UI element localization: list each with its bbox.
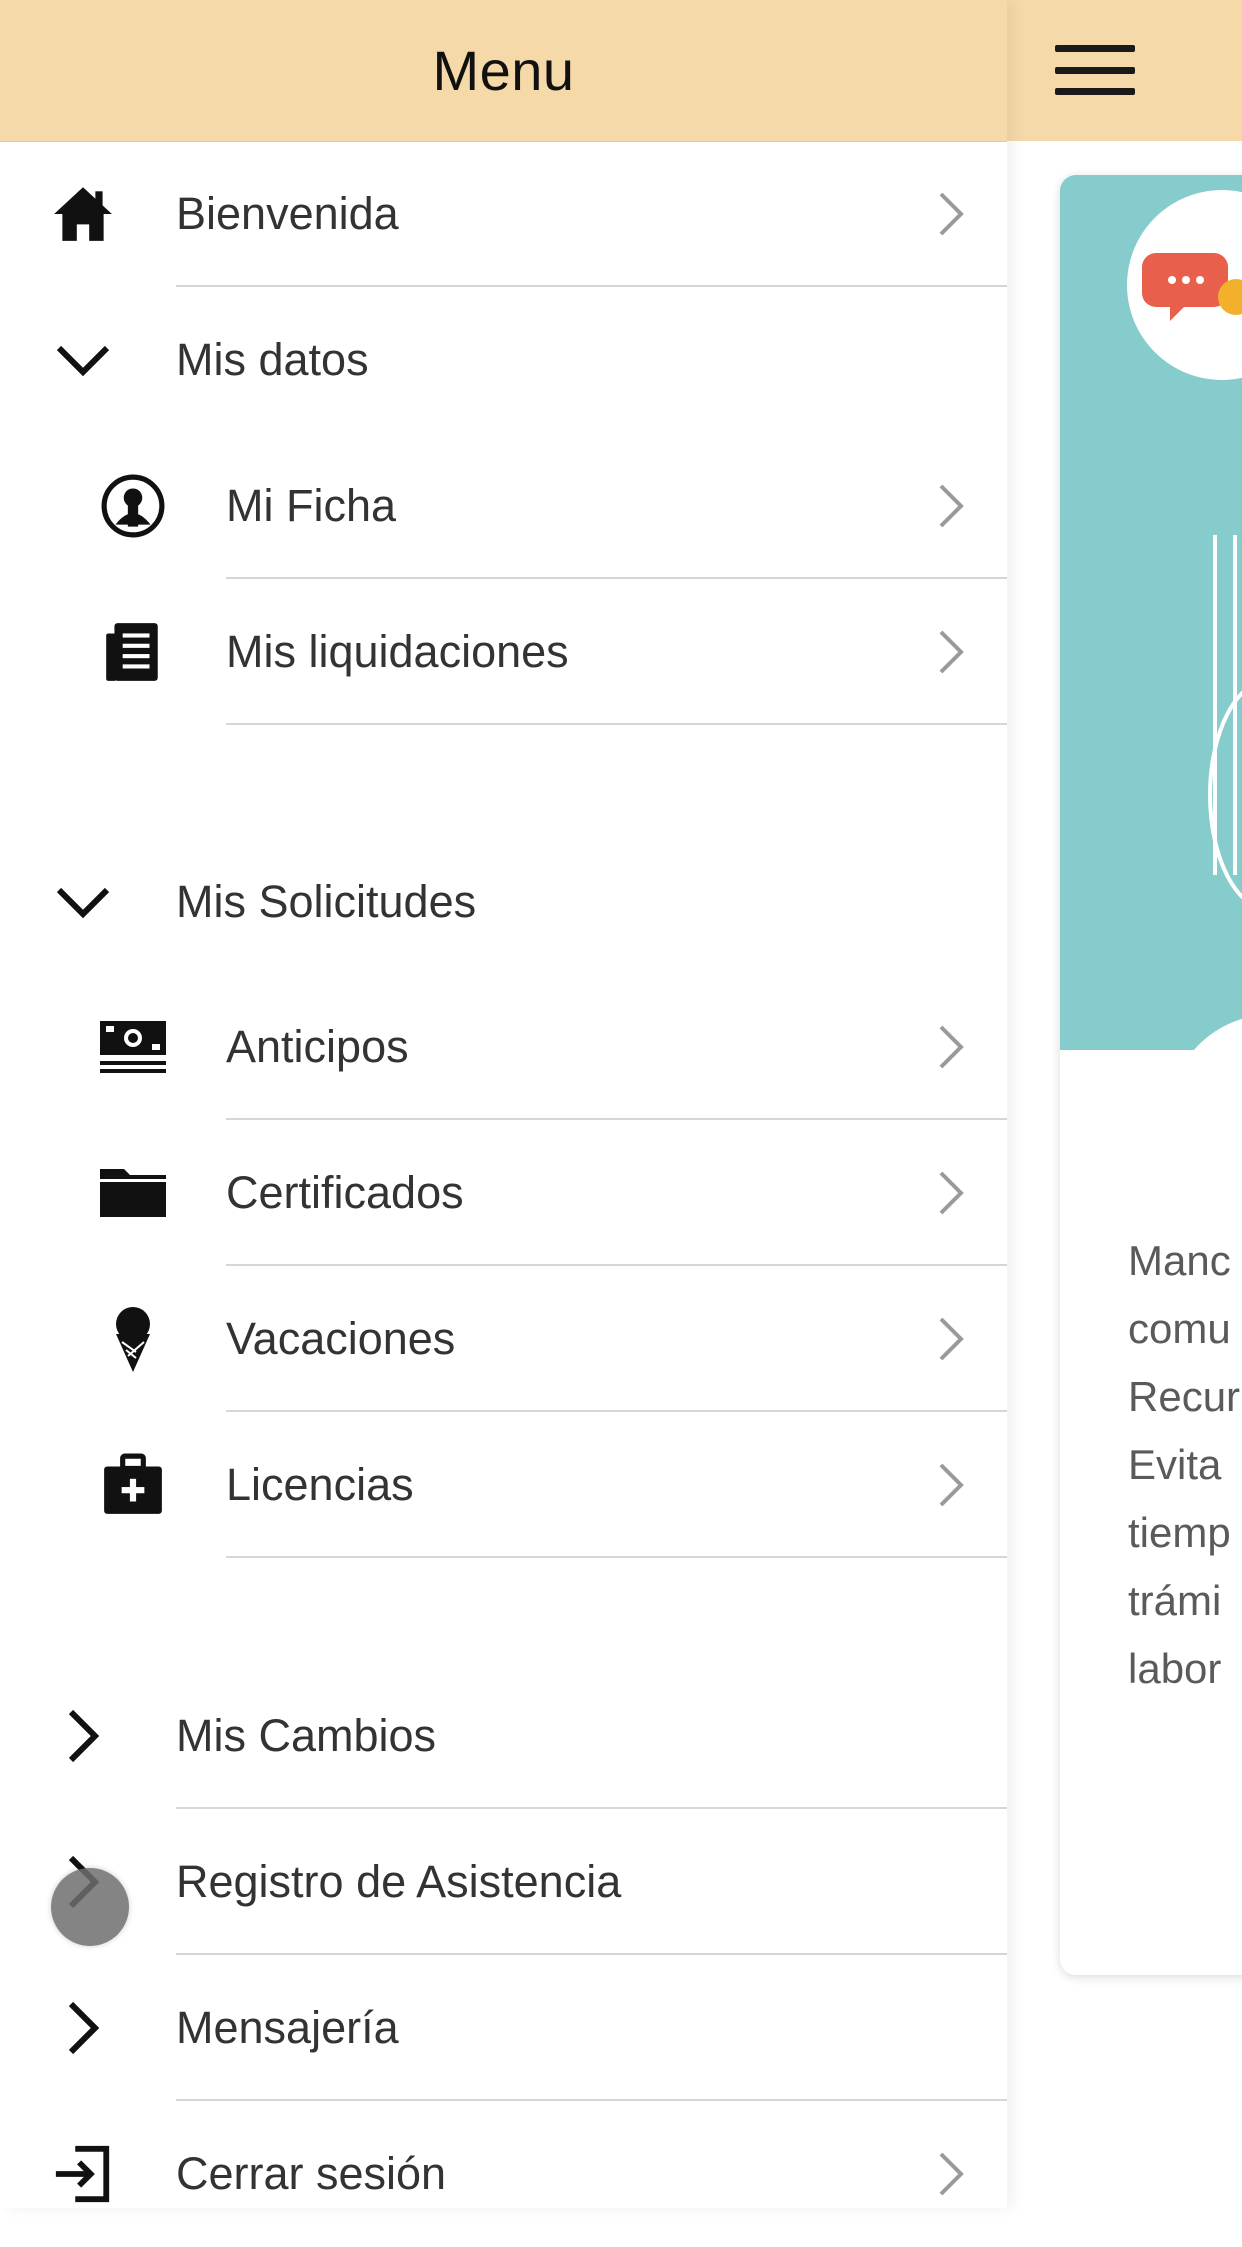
menu-group-label: Registro de Asistencia xyxy=(176,1856,622,1907)
menu-group-mis-cambios[interactable]: Mis Cambios xyxy=(0,1663,1007,1809)
menu-group-registro-de-asistencia[interactable]: Registro de Asistencia xyxy=(0,1809,1007,1955)
money-icon xyxy=(88,974,178,1120)
user-circle-icon xyxy=(88,433,178,579)
hamburger-icon[interactable] xyxy=(1055,45,1135,95)
menu-item-licencias[interactable]: Licencias xyxy=(0,1412,1007,1558)
divider xyxy=(226,1556,1007,1558)
chevron-down-icon xyxy=(38,287,128,433)
card-body-text: Manc comu Recur Evita tiemp trámi labor xyxy=(1128,1227,1242,1703)
card-text-line: Manc xyxy=(1128,1237,1231,1284)
card-text-line: labor xyxy=(1128,1645,1222,1692)
document-list-icon xyxy=(88,579,178,725)
menu-item-label: Mis liquidaciones xyxy=(226,626,569,677)
menu-group-mis-solicitudes[interactable]: Mis Solicitudes xyxy=(0,829,1007,975)
menu-group-label: Mensajería xyxy=(176,2002,399,2053)
logout-icon xyxy=(38,2101,128,2247)
card-text-line: Recur xyxy=(1128,1373,1241,1420)
menu-item-label: Mi Ficha xyxy=(226,480,397,531)
menu-item-anticipos[interactable]: Anticipos xyxy=(0,974,1007,1120)
ice-cream-icon xyxy=(88,1266,178,1412)
menu-group-mis-datos[interactable]: Mis datos xyxy=(0,287,1007,433)
menu-item-label: Vacaciones xyxy=(226,1313,456,1364)
menu-item-label: Licencias xyxy=(226,1459,414,1510)
menu-item-mis-liquidaciones[interactable]: Mis liquidaciones xyxy=(0,579,1007,725)
chevron-right-icon xyxy=(935,1120,965,1266)
chevron-right-icon xyxy=(935,2101,965,2247)
menu-item-label: Bienvenida xyxy=(176,188,399,239)
chevron-right-icon xyxy=(935,433,965,579)
chevron-down-icon xyxy=(38,829,128,975)
touch-indicator xyxy=(51,1868,129,1946)
menu-group-label: Mis datos xyxy=(176,334,369,385)
folder-icon xyxy=(88,1120,178,1266)
menu-item-mi-ficha[interactable]: Mi Ficha xyxy=(0,433,1007,579)
menu-group-mensajeria[interactable]: Mensajería xyxy=(0,1955,1007,2101)
menu-group-label: Mis Solicitudes xyxy=(176,876,477,927)
menu-item-cerrar-sesion[interactable]: Cerrar sesión xyxy=(0,2101,1007,2247)
navigation-drawer: Menu Bienvenida Mis datos Mi Ficha Mis l… xyxy=(0,0,1007,2208)
menu-item-vacaciones[interactable]: Vacaciones xyxy=(0,1266,1007,1412)
menu-item-label: Certificados xyxy=(226,1167,464,1218)
chevron-right-icon xyxy=(935,141,965,287)
drawer-header: Menu xyxy=(0,0,1007,142)
menu-item-bienvenida[interactable]: Bienvenida xyxy=(0,141,1007,287)
chevron-right-icon xyxy=(935,974,965,1120)
menu-group-label: Mis Cambios xyxy=(176,1710,437,1761)
chevron-right-icon xyxy=(935,1266,965,1412)
chevron-right-icon xyxy=(38,1663,128,1809)
home-icon xyxy=(38,141,128,287)
menu-item-label: Cerrar sesión xyxy=(176,2148,447,2199)
card-text-line: comu xyxy=(1128,1305,1231,1352)
divider xyxy=(226,723,1007,725)
card-text-line: Evita xyxy=(1128,1441,1222,1488)
chevron-right-icon xyxy=(38,1955,128,2101)
menu-item-certificados[interactable]: Certificados xyxy=(0,1120,1007,1266)
menu-item-label: Anticipos xyxy=(226,1021,409,1072)
drawer-title: Menu xyxy=(432,39,575,102)
chevron-right-icon xyxy=(935,1412,965,1558)
medical-kit-icon xyxy=(88,1412,178,1558)
card-text-line: tiemp xyxy=(1128,1509,1231,1556)
card-text-line: trámi xyxy=(1128,1577,1222,1624)
card-illustration xyxy=(1060,175,1242,1050)
chevron-right-icon xyxy=(935,579,965,725)
welcome-card[interactable]: Manc comu Recur Evita tiemp trámi labor xyxy=(1060,175,1242,1975)
